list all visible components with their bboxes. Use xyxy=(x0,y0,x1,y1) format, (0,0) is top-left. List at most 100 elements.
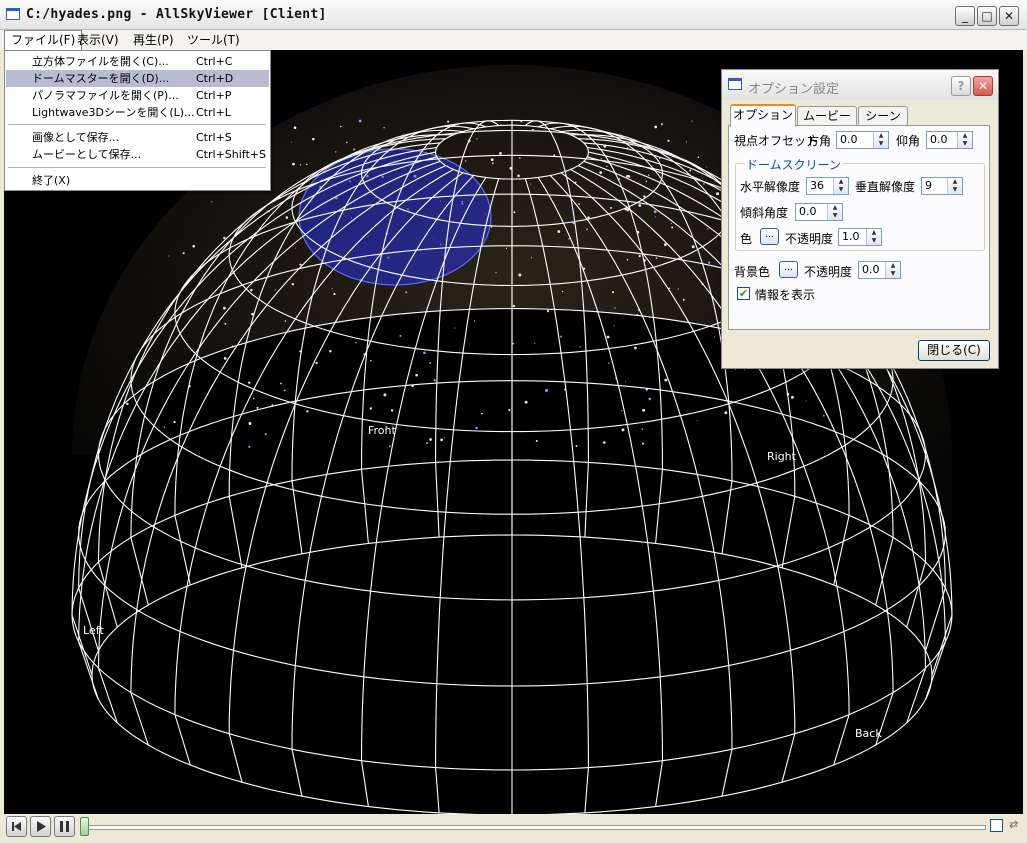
menu-save-image[interactable]: 画像として保存... Ctrl+S xyxy=(6,129,269,146)
star xyxy=(660,122,664,126)
help-button[interactable]: ? xyxy=(951,76,971,96)
star xyxy=(388,445,391,448)
opacity-input[interactable]: 1.0 ▲ ▼ xyxy=(838,228,882,246)
star xyxy=(706,166,708,168)
menu-view[interactable]: 表示(V) xyxy=(71,30,125,50)
h-res-value: 36 xyxy=(810,179,824,192)
menu-open-lightwave[interactable]: Lightwave3Dシーンを開く(L)... Ctrl+L xyxy=(6,104,269,121)
star xyxy=(333,292,336,296)
star xyxy=(611,291,615,294)
h-res-label: 水平解像度 xyxy=(740,180,801,194)
menu-tools[interactable]: ツール(T) xyxy=(181,30,246,50)
elevation-input[interactable]: 0.0 ▲ ▼ xyxy=(926,131,973,149)
star xyxy=(805,400,807,402)
spinner-arrows-icon[interactable]: ▲ ▼ xyxy=(947,178,962,194)
star xyxy=(293,126,297,130)
star xyxy=(613,325,615,327)
star xyxy=(495,272,497,274)
star xyxy=(517,174,520,178)
star xyxy=(685,141,687,143)
show-info-checkbox[interactable]: ✔ xyxy=(737,287,750,300)
menu-item-label: 立方体ファイルを開く(C)... xyxy=(32,55,169,68)
star xyxy=(600,158,602,160)
star xyxy=(671,223,672,224)
spinner-arrows-icon[interactable]: ▲ ▼ xyxy=(866,229,881,245)
star xyxy=(626,258,629,261)
menu-item-shortcut: Ctrl+Shift+S xyxy=(196,148,266,161)
bg-color-picker-button[interactable]: ... xyxy=(779,261,798,278)
star xyxy=(284,320,287,322)
star xyxy=(369,407,372,410)
star xyxy=(289,279,291,281)
star xyxy=(315,361,318,365)
star xyxy=(634,346,637,350)
star xyxy=(291,283,294,286)
loop-checkbox[interactable] xyxy=(990,819,1003,832)
star xyxy=(434,281,436,283)
player-bar: ⇄ xyxy=(4,814,1023,839)
star xyxy=(578,203,580,205)
options-panel: 視点オフセット 方角 0.0 ▲ ▼ 仰角 0.0 ▲ ▼ ドームスクリーン 水平解… xyxy=(728,125,990,330)
star xyxy=(586,228,589,231)
menu-item-label: ドームマスターを開く(D)... xyxy=(32,72,170,85)
star xyxy=(182,252,185,255)
view-offset-label: 視点オフセット xyxy=(734,134,819,148)
star xyxy=(682,298,685,301)
v-res-input[interactable]: 9 ▲ ▼ xyxy=(921,177,963,195)
menu-open-domemaster[interactable]: ドームマスターを開く(D)... Ctrl+D xyxy=(6,70,269,87)
minimize-button[interactable]: _ xyxy=(955,6,975,26)
star xyxy=(481,412,483,415)
h-res-input[interactable]: 36 ▲ ▼ xyxy=(806,177,849,195)
skip-back-icon xyxy=(12,822,21,831)
menu-exit[interactable]: 終了(X) xyxy=(6,172,269,189)
star xyxy=(358,119,362,123)
close-window-button[interactable]: ✕ xyxy=(999,6,1019,26)
star xyxy=(530,183,532,185)
azimuth-value: 0.0 xyxy=(840,133,858,146)
tilt-input[interactable]: 0.0 ▲ ▼ xyxy=(795,203,843,221)
spinner-arrows-icon[interactable]: ▲ ▼ xyxy=(885,262,900,278)
bg-opacity-input[interactable]: 0.0 ▲ ▼ xyxy=(858,261,901,279)
dome-screen-group: ドームスクリーン 水平解像度 36 ▲ ▼ 垂直解像度 9 ▲ ▼ 傾斜角度 0.0… xyxy=(735,156,985,251)
star xyxy=(557,230,561,233)
spinner-arrows-icon[interactable]: ▲ ▼ xyxy=(833,178,848,194)
spinner-arrows-icon[interactable]: ▲ ▼ xyxy=(827,204,842,220)
play-button[interactable] xyxy=(30,816,51,837)
spinner-arrows-icon[interactable]: ▲ ▼ xyxy=(873,132,888,148)
dialog-close-button[interactable]: ✕ xyxy=(973,76,993,96)
dialog-titlebar: オプション設定 ? ✕ xyxy=(722,70,998,100)
dome-group-title: ドームスクリーン xyxy=(744,156,844,173)
dialog-ok-close-button[interactable]: 閉じる(C) xyxy=(918,340,990,361)
star xyxy=(575,445,578,448)
color-picker-button[interactable]: ... xyxy=(760,228,779,245)
menu-item-shortcut: Ctrl+C xyxy=(196,55,233,68)
menu-open-cube[interactable]: 立方体ファイルを開く(C)... Ctrl+C xyxy=(6,53,269,70)
menu-save-movie[interactable]: ムービーとして保存... Ctrl+Shift+S xyxy=(6,146,269,163)
maximize-button[interactable]: □ xyxy=(977,6,997,26)
rewind-button[interactable] xyxy=(6,816,27,837)
color-label: 色 xyxy=(740,232,753,246)
star xyxy=(546,309,550,313)
seek-thumb[interactable] xyxy=(80,817,89,836)
star xyxy=(353,148,356,151)
star xyxy=(654,125,658,129)
tab-options[interactable]: オプション xyxy=(730,104,796,127)
pause-button[interactable] xyxy=(54,816,75,837)
menu-play[interactable]: 再生(P) xyxy=(127,30,180,50)
star xyxy=(512,342,515,345)
star xyxy=(560,335,562,338)
bg-opacity-label: 不透明度 xyxy=(804,265,853,279)
star xyxy=(703,183,705,185)
tab-scene[interactable]: シーン xyxy=(858,106,908,126)
menu-item-label: パノラマファイルを開く(P)... xyxy=(32,89,179,102)
star xyxy=(264,433,267,436)
seek-track[interactable] xyxy=(84,825,986,830)
star xyxy=(714,336,716,338)
tab-movie[interactable]: ムービー xyxy=(797,106,857,126)
star xyxy=(454,327,456,329)
menu-open-panorama[interactable]: パノラマファイルを開く(P)... Ctrl+P xyxy=(6,87,269,104)
spinner-arrows-icon[interactable]: ▲ ▼ xyxy=(957,132,972,148)
pause-icon xyxy=(60,821,69,832)
star xyxy=(335,151,337,153)
azimuth-input[interactable]: 0.0 ▲ ▼ xyxy=(836,131,889,149)
